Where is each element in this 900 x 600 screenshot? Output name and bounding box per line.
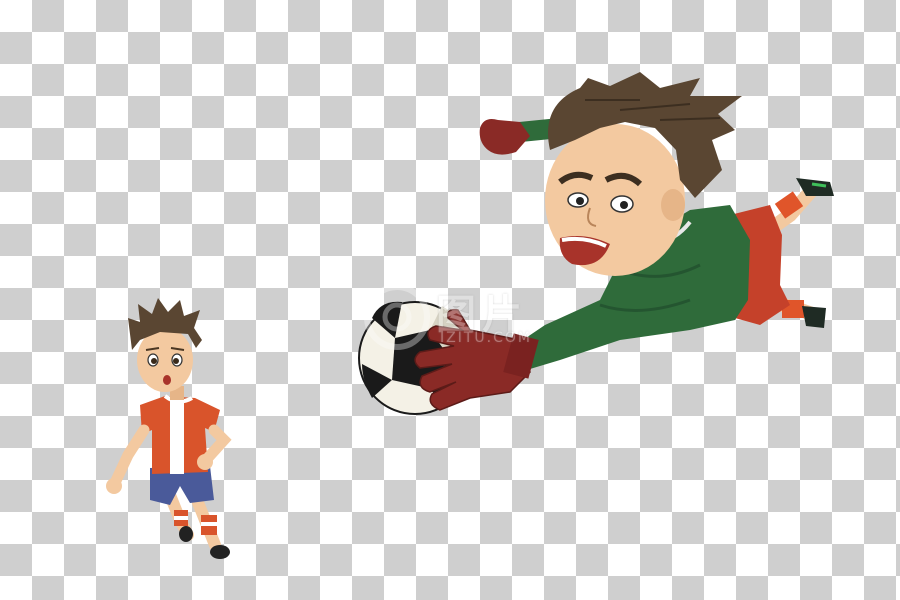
running-player bbox=[106, 298, 232, 559]
diving-goalkeeper bbox=[479, 72, 834, 372]
illustration-scene bbox=[106, 72, 834, 559]
